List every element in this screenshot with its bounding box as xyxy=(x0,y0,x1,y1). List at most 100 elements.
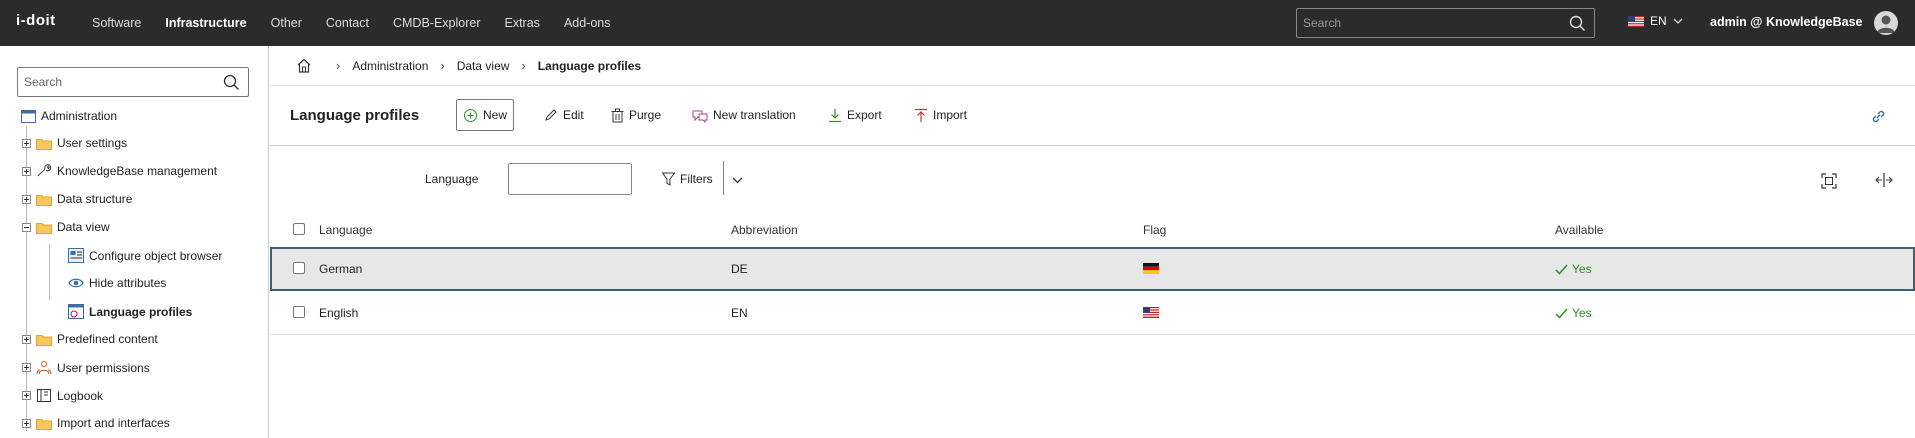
chevron-right-icon: › xyxy=(440,58,445,73)
breadcrumb-data-view[interactable]: Data view xyxy=(457,59,510,73)
expand-icon[interactable] xyxy=(22,363,31,372)
column-abbreviation[interactable]: Abbreviation xyxy=(731,223,798,237)
search-icon[interactable] xyxy=(1569,15,1586,35)
fit-screen-icon[interactable] xyxy=(1821,173,1837,192)
sidebar-item-label: User settings xyxy=(57,136,128,150)
chevron-down-icon[interactable] xyxy=(732,173,743,187)
global-search-input[interactable] xyxy=(1303,14,1553,32)
user-name[interactable]: admin @ KnowledgeBase xyxy=(1710,15,1863,29)
sidebar-item-user-settings[interactable]: User settings xyxy=(22,136,127,150)
global-search xyxy=(1296,8,1595,38)
folder-icon xyxy=(36,194,52,206)
check-icon xyxy=(1555,308,1568,319)
export-button[interactable]: Export xyxy=(822,99,888,131)
sidebar-item-configure-object-browser[interactable]: Configure object browser xyxy=(68,248,222,263)
logo[interactable]: i-doit xyxy=(16,12,56,29)
breadcrumb: › Administration › Data view › Language … xyxy=(270,46,1915,86)
expand-icon[interactable] xyxy=(22,166,31,176)
main-nav: Software Infrastructure Other Contact CM… xyxy=(80,0,623,46)
home-icon[interactable] xyxy=(296,58,312,73)
sidebar-item-language-profiles[interactable]: Language profiles xyxy=(68,304,192,319)
sidebar-item-hide-attributes[interactable]: Hide attributes xyxy=(68,276,166,290)
filters-button[interactable]: Filters xyxy=(662,163,713,195)
sidebar-item-logbook[interactable]: Logbook xyxy=(22,388,103,403)
sidebar-item-data-structure[interactable]: Data structure xyxy=(22,192,132,206)
import-icon xyxy=(915,108,927,122)
import-button[interactable]: Import xyxy=(908,99,973,131)
export-label: Export xyxy=(847,108,882,122)
table-header: Language Abbreviation Flag Available xyxy=(270,214,1915,246)
toolbar: Language profiles New Edit Purge New tra… xyxy=(270,86,1915,146)
purge-button[interactable]: Purge xyxy=(605,99,667,131)
new-translation-button[interactable]: New translation xyxy=(686,99,802,131)
trash-icon xyxy=(611,108,624,122)
sidebar-item-label: Data structure xyxy=(57,192,133,206)
export-icon xyxy=(829,108,841,122)
nav-software[interactable]: Software xyxy=(80,16,153,30)
row-checkbox[interactable] xyxy=(293,306,305,318)
tree-root-label: Administration xyxy=(41,109,118,123)
import-label: Import xyxy=(933,108,968,122)
sidebar-item-predefined-content[interactable]: Predefined content xyxy=(22,332,158,346)
chevron-down-icon xyxy=(1673,18,1683,24)
language-profile-icon xyxy=(68,304,84,319)
nav-other[interactable]: Other xyxy=(259,16,314,30)
expand-icon[interactable] xyxy=(22,138,31,148)
breadcrumb-administration[interactable]: Administration xyxy=(352,59,428,73)
add-icon xyxy=(464,108,477,122)
column-language[interactable]: Language xyxy=(319,223,372,237)
chevron-right-icon: › xyxy=(336,58,341,73)
sidebar-item-import-and-interfaces[interactable]: Import and interfaces xyxy=(22,416,170,430)
expand-icon[interactable] xyxy=(22,194,31,204)
new-translation-label: New translation xyxy=(713,108,796,122)
column-resize-icon[interactable] xyxy=(1875,172,1893,191)
sidebar-item-data-view[interactable]: Data view xyxy=(22,220,110,234)
language-filter-label: Language xyxy=(425,172,479,186)
sidebar-item-label: User permissions xyxy=(57,360,150,375)
nav-add-ons[interactable]: Add-ons xyxy=(552,16,623,30)
search-icon[interactable] xyxy=(223,74,240,94)
book-icon xyxy=(37,389,51,402)
window-icon xyxy=(21,109,36,123)
folder-icon xyxy=(36,334,52,346)
sidebar-item-label: Hide attributes xyxy=(89,276,167,290)
column-flag[interactable]: Flag xyxy=(1143,223,1166,237)
nav-contact[interactable]: Contact xyxy=(314,16,381,30)
pencil-icon xyxy=(545,109,557,121)
expand-icon[interactable] xyxy=(22,418,31,428)
top-navigation-bar: i-doit Software Infrastructure Other Con… xyxy=(0,0,1915,46)
tree-line xyxy=(49,244,50,300)
sidebar-item-knowledgebase-management[interactable]: KnowledgeBase management xyxy=(22,164,217,178)
tree-root-administration[interactable]: Administration xyxy=(21,109,117,123)
column-available[interactable]: Available xyxy=(1555,223,1603,237)
nav-infrastructure[interactable]: Infrastructure xyxy=(153,16,258,30)
available-label: Yes xyxy=(1572,262,1592,276)
funnel-icon xyxy=(662,172,675,186)
sidebar-item-user-permissions[interactable]: User permissions xyxy=(22,360,150,375)
expand-icon[interactable] xyxy=(22,334,31,344)
table-row[interactable]: English EN Yes xyxy=(270,291,1915,335)
row-checkbox[interactable] xyxy=(293,262,305,274)
select-all-checkbox[interactable] xyxy=(293,223,305,235)
sidebar-item-label: Predefined content xyxy=(57,332,158,346)
table-row[interactable]: German DE Yes xyxy=(270,247,1915,291)
filter-bar: Language Filters xyxy=(270,146,1915,204)
cell-abbreviation: DE xyxy=(731,262,748,276)
translation-icon xyxy=(692,110,708,123)
new-button[interactable]: New xyxy=(456,99,515,131)
folder-icon xyxy=(36,138,52,150)
language-filter-input[interactable] xyxy=(508,163,632,195)
nav-extras[interactable]: Extras xyxy=(493,16,552,30)
folder-icon xyxy=(36,418,52,430)
language-selector[interactable]: EN xyxy=(1628,14,1683,28)
avatar[interactable] xyxy=(1874,11,1898,35)
expand-icon[interactable] xyxy=(22,391,31,400)
collapse-icon[interactable] xyxy=(22,222,31,232)
edit-button[interactable]: Edit xyxy=(538,99,590,131)
sidebar-search-input[interactable] xyxy=(24,74,214,90)
cell-available: Yes xyxy=(1555,306,1592,320)
link-icon[interactable] xyxy=(1870,108,1887,128)
eye-icon xyxy=(68,278,84,288)
nav-cmdb-explorer[interactable]: CMDB-Explorer xyxy=(381,16,493,30)
cell-language: German xyxy=(319,262,363,276)
